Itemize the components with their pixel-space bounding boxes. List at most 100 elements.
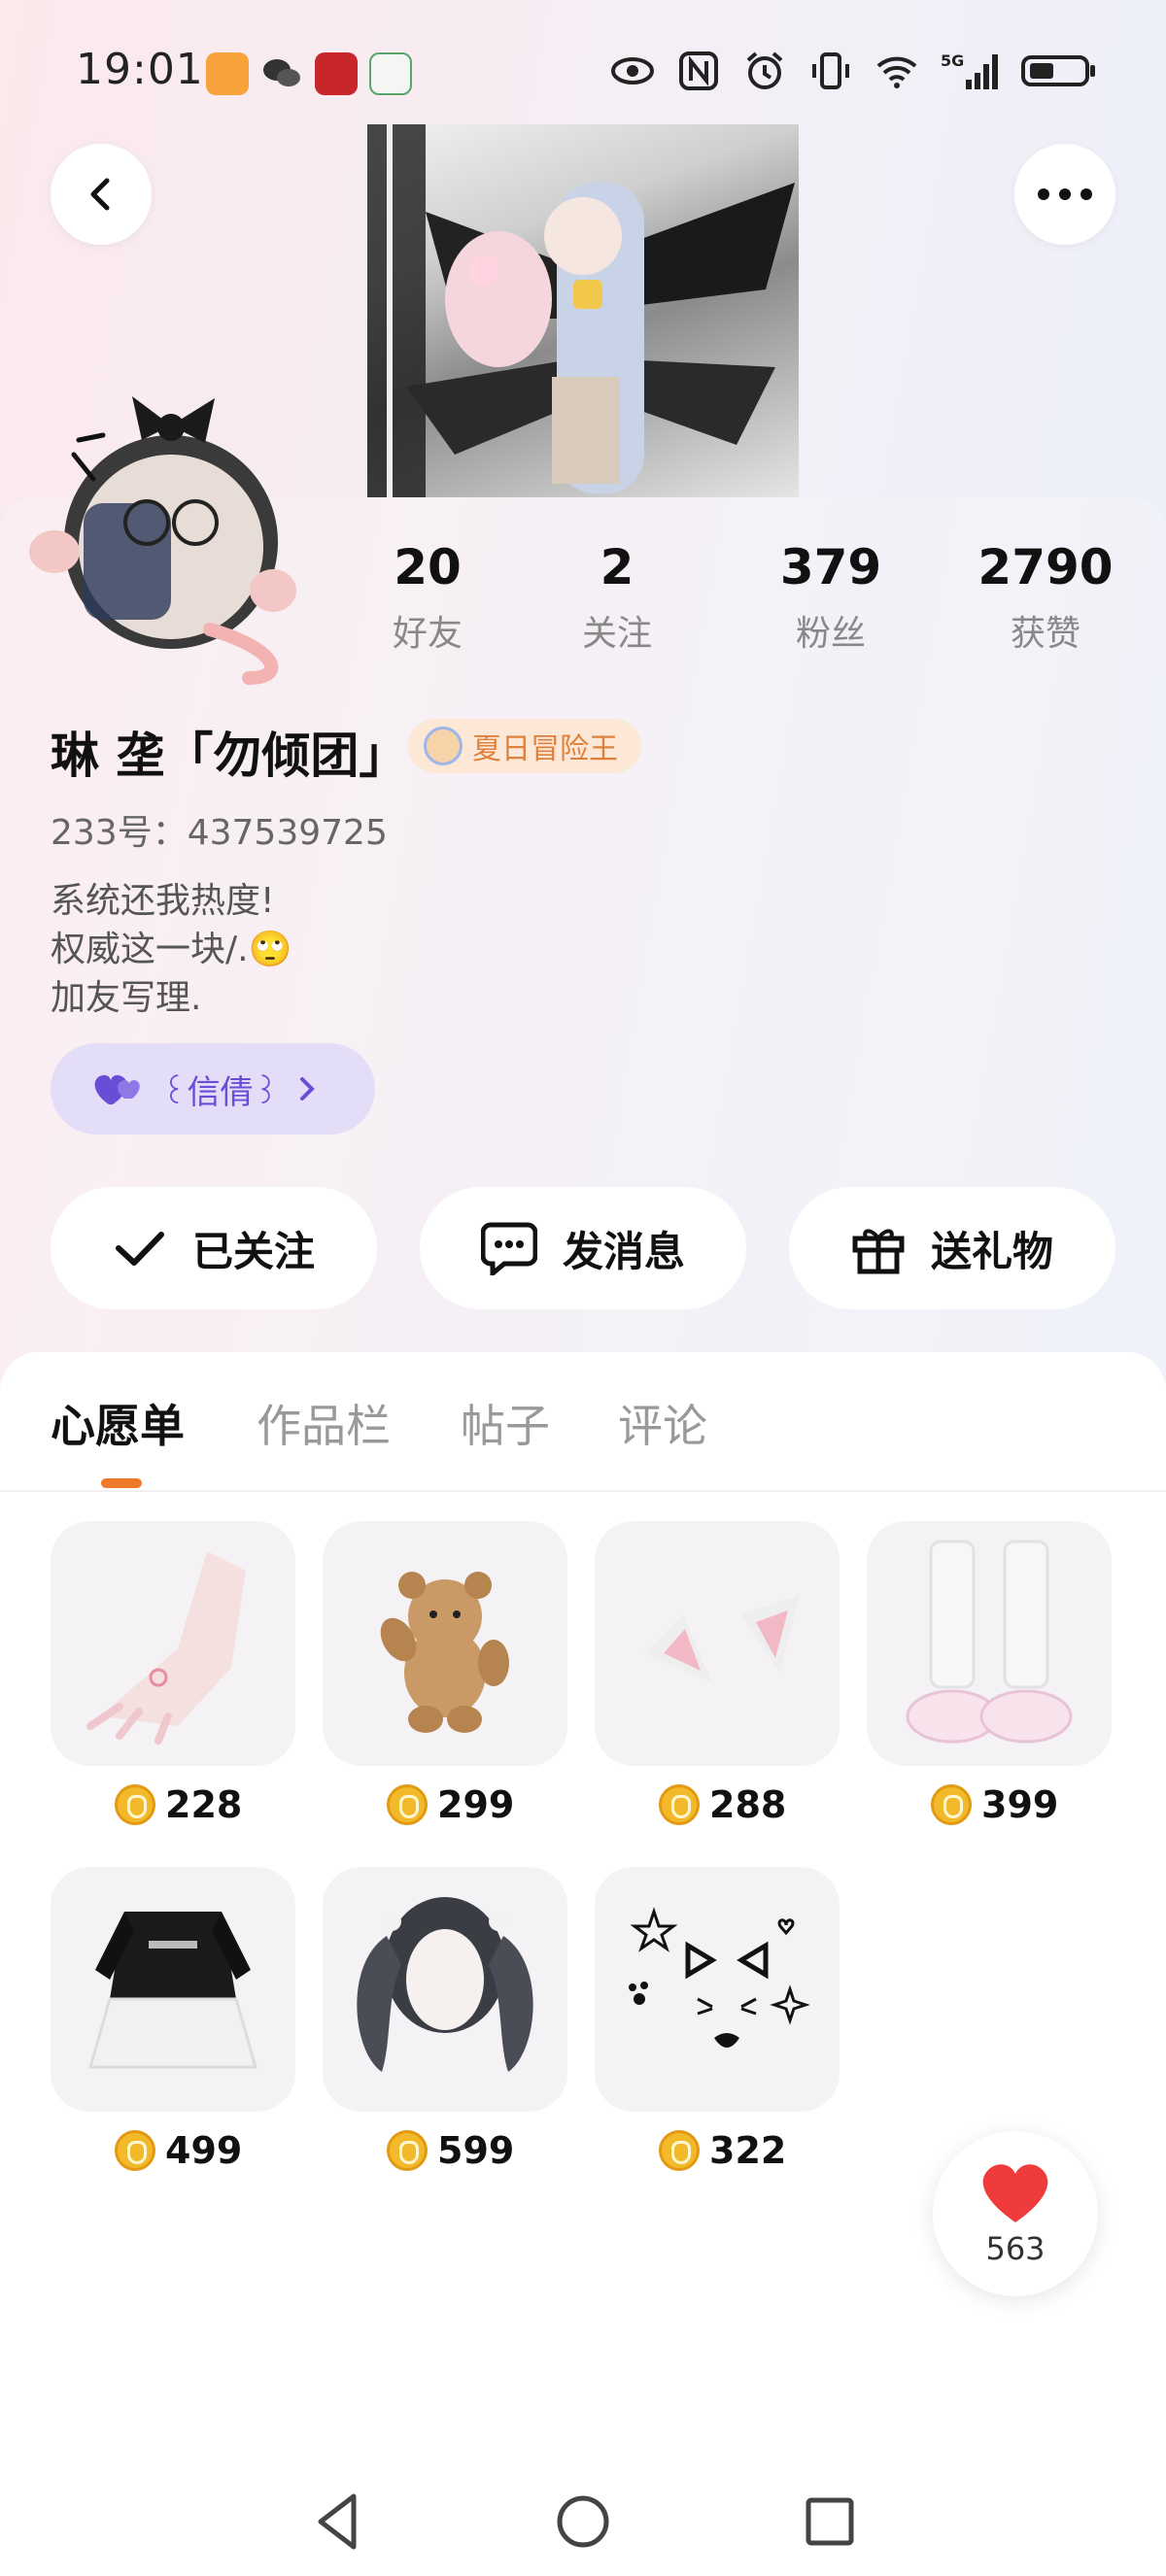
coin-icon: [931, 1784, 972, 1825]
heart-icon: [982, 2164, 1048, 2222]
stat-value: 379: [779, 539, 882, 595]
wishlist-price: 299: [387, 1783, 514, 1826]
signal-5g-icon: 5G: [941, 51, 998, 89]
status-time: 19:01: [76, 45, 204, 94]
tab-posts[interactable]: 帖子: [461, 1391, 550, 1455]
message-label: 发消息: [562, 1227, 685, 1275]
stat-label: 粉丝: [795, 614, 866, 654]
stat-value: 20: [394, 539, 462, 595]
chat-bubble-icon: [480, 1222, 537, 1275]
dress-item-icon: [88, 1912, 257, 2069]
tab-comments[interactable]: 评论: [618, 1391, 707, 1455]
double-heart-icon: [94, 1074, 140, 1104]
bio-line: 系统还我热度!: [51, 881, 275, 921]
wishlist-item[interactable]: [323, 1521, 567, 1766]
bio-line: 加友写理.: [51, 978, 202, 1018]
tab-divider: [0, 1490, 1166, 1492]
teddy-bear-item-icon: [380, 1572, 509, 1733]
stat-value: 2: [600, 539, 634, 595]
wishlist-price: 599: [387, 2129, 514, 2172]
cat-face-sticker-item-icon: [629, 1907, 810, 2048]
wishlist-item[interactable]: [867, 1521, 1112, 1766]
price-value: 399: [981, 1783, 1059, 1826]
stat-label: 获赞: [1010, 614, 1080, 654]
back-button[interactable]: [51, 144, 152, 245]
cat-ears-item-icon: [644, 1595, 800, 1682]
price-value: 299: [437, 1783, 515, 1826]
nfc-icon: [679, 51, 718, 90]
nav-recents-icon[interactable]: [795, 2487, 865, 2557]
hand-item-icon: [86, 1551, 246, 1745]
gift-button[interactable]: 送礼物: [789, 1187, 1115, 1309]
intimacy-pill[interactable]: ꒰信倩꒱: [51, 1043, 375, 1135]
more-icon: [1038, 188, 1092, 200]
system-nav-bar: [0, 2467, 1166, 2576]
wishlist-price: 399: [931, 1783, 1058, 1826]
svg-text:5G: 5G: [941, 51, 964, 70]
showcase-image: [367, 124, 799, 498]
coin-icon: [115, 2130, 155, 2171]
title-badge[interactable]: 夏日冒险王: [408, 719, 641, 773]
wishlist-item[interactable]: [595, 1521, 840, 1766]
followed-button[interactable]: 已关注: [51, 1187, 377, 1309]
nav-home-icon[interactable]: [548, 2487, 618, 2557]
stat-value: 2790: [977, 539, 1114, 595]
more-button[interactable]: [1014, 144, 1115, 245]
wishlist-price: 499: [115, 2129, 242, 2172]
tab-wishlist[interactable]: 心愿单: [51, 1391, 185, 1455]
gift-icon: [852, 1229, 905, 1274]
user-id: 233号：437539725: [51, 813, 388, 853]
wishlist-item[interactable]: [323, 1867, 567, 2112]
stat-label: 关注: [581, 614, 652, 654]
price-value: 288: [709, 1783, 787, 1826]
stat-label: 好友: [392, 614, 463, 654]
stat-followers[interactable]: 379 粉丝: [734, 539, 928, 656]
username: 琳 垄「勿倾团」: [51, 728, 408, 784]
twin-tails-hair-item-icon: [357, 1897, 533, 2072]
followed-label: 已关注: [191, 1227, 315, 1275]
wishlist-item[interactable]: [595, 1867, 840, 2112]
wishlist-price: 228: [115, 1783, 242, 1826]
coin-icon: [387, 1784, 428, 1825]
coin-icon: [387, 2130, 428, 2171]
gift-label: 送礼物: [930, 1227, 1053, 1275]
tab-indicator: [101, 1478, 142, 1488]
shield-app-icon: [206, 52, 249, 95]
chevron-right-icon: [300, 1077, 315, 1101]
wifi-icon: [876, 56, 917, 88]
wishlist-price: 322: [659, 2129, 786, 2172]
price-value: 599: [437, 2129, 515, 2172]
status-icons: 5G: [610, 49, 1098, 93]
intimacy-label: ꒰信倩꒱: [161, 1072, 280, 1112]
title-badge-label: 夏日冒险王: [472, 732, 618, 766]
stat-following[interactable]: 2 关注: [520, 539, 714, 656]
alarm-icon: [746, 51, 783, 89]
leg-warmers-item-icon: [906, 1540, 1073, 1744]
stats-row: 20 好友 2 关注 379 粉丝 2790 获赞: [0, 539, 1166, 665]
vibrate-icon: [812, 52, 849, 89]
message-button[interactable]: 发消息: [420, 1187, 746, 1309]
study-app-icon: [315, 52, 358, 95]
wechat-icon: [260, 52, 303, 95]
stat-friends[interactable]: 20 好友: [330, 539, 525, 656]
like-button[interactable]: 563: [933, 2131, 1098, 2296]
coin-icon: [659, 1784, 700, 1825]
coin-icon: [115, 1784, 155, 1825]
price-value: 322: [709, 2129, 787, 2172]
check-icon: [115, 1232, 164, 1266]
wishlist-item[interactable]: [51, 1867, 295, 2112]
nav-back-icon[interactable]: [303, 2487, 373, 2557]
price-value: 499: [165, 2129, 243, 2172]
home-app-icon: [369, 52, 412, 95]
wishlist-price: 288: [659, 1783, 786, 1826]
stat-likes[interactable]: 2790 获赞: [948, 539, 1143, 656]
like-count: 563: [985, 2230, 1046, 2267]
battery-icon: [1021, 55, 1095, 86]
coin-icon: [659, 2130, 700, 2171]
back-icon: [90, 178, 110, 211]
tab-works[interactable]: 作品栏: [257, 1391, 391, 1455]
bio-line: 权威这一块/.🙄: [51, 930, 292, 969]
price-value: 228: [165, 1783, 243, 1826]
badge-avatar-icon: [424, 727, 463, 765]
wishlist-item[interactable]: [51, 1521, 295, 1766]
